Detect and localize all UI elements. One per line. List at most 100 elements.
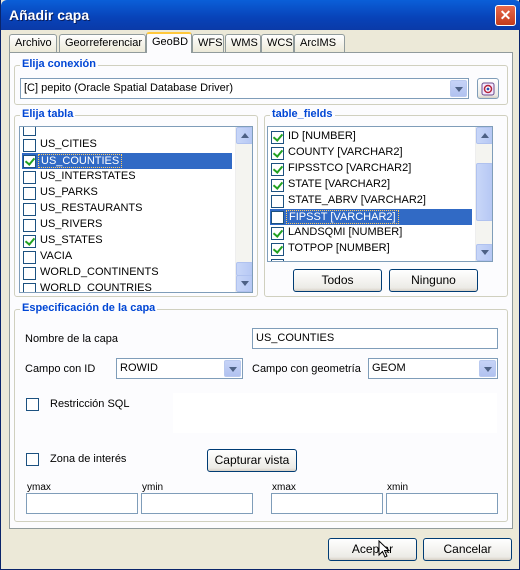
tab-archivo[interactable]: Archivo xyxy=(9,34,57,52)
list-item[interactable]: US_COUNTIES xyxy=(22,153,232,169)
capture-view-button[interactable]: Capturar vista xyxy=(207,449,297,472)
geobd-panel: Elija conexión [C] pepito (Oracle Spatia… xyxy=(9,52,513,529)
chevron-down-icon[interactable] xyxy=(450,80,467,97)
connection-selected: [C] pepito (Oracle Spatial Database Driv… xyxy=(24,82,234,94)
layer-spec-group: Especificación de la capa Nombre de la c… xyxy=(14,302,508,522)
list-item[interactable]: STATE_ABRV [VARCHAR2] xyxy=(270,193,472,209)
layer-spec-group-label: Especificación de la capa xyxy=(20,302,158,314)
list-item-partial xyxy=(270,257,472,261)
list-item[interactable]: WORLD_COUNTRIES xyxy=(22,281,232,292)
tab-wms[interactable]: WMS xyxy=(225,34,261,52)
checkbox[interactable] xyxy=(23,171,36,184)
tab-wfs[interactable]: WFS xyxy=(192,34,224,52)
ymin-input[interactable] xyxy=(141,493,253,514)
tables-group: Elija tabla US_CITIES US_COUNTIES US_INT… xyxy=(14,108,258,297)
add-layer-dialog: Añadir capa ✕ Archivo Georreferenciar Ge… xyxy=(0,0,520,570)
list-item[interactable]: US_RIVERS xyxy=(22,217,232,233)
list-item[interactable]: COUNTY [VARCHAR2] xyxy=(270,145,472,161)
tables-scrollbar[interactable] xyxy=(235,127,252,292)
ymax-input[interactable] xyxy=(26,493,138,514)
checkbox[interactable] xyxy=(23,139,36,152)
tab-georreferenciar[interactable]: Georreferenciar xyxy=(59,34,146,52)
xmin-label: xmin xyxy=(387,482,409,493)
ymax-label: ymax xyxy=(27,482,51,493)
xmax-label: xmax xyxy=(272,482,296,493)
list-item-partial xyxy=(22,127,232,137)
sql-textarea[interactable] xyxy=(172,392,498,434)
layer-name-input[interactable]: US_COUNTIES xyxy=(252,328,498,349)
list-item[interactable]: US_RESTAURANTS xyxy=(22,201,232,217)
checkbox[interactable] xyxy=(23,155,36,168)
list-item[interactable]: FIPSST [VARCHAR2] xyxy=(270,209,472,225)
tab-geobd[interactable]: GeoBD xyxy=(146,32,192,53)
list-item[interactable]: US_PARKS xyxy=(22,185,232,201)
tab-arcims[interactable]: ArcIMS xyxy=(294,34,345,52)
checkbox[interactable] xyxy=(271,211,284,224)
checkbox[interactable] xyxy=(271,227,284,240)
interest-zone-checkbox[interactable] xyxy=(26,453,39,466)
xmin-input[interactable] xyxy=(386,493,498,514)
checkbox[interactable] xyxy=(23,251,36,264)
list-item[interactable]: ID [NUMBER] xyxy=(270,129,472,145)
checkbox[interactable] xyxy=(23,203,36,216)
checkbox[interactable] xyxy=(23,235,36,248)
database-connect-icon xyxy=(481,82,495,96)
tab-wcs[interactable]: WCS xyxy=(261,34,294,52)
checkbox[interactable] xyxy=(23,283,36,292)
list-item[interactable]: LANDSQMI [NUMBER] xyxy=(270,225,472,241)
id-field-value: ROWID xyxy=(120,362,158,374)
scroll-thumb[interactable] xyxy=(236,262,252,276)
checkbox[interactable] xyxy=(271,243,284,256)
checkbox[interactable] xyxy=(23,219,36,232)
title-bar[interactable]: Añadir capa ✕ xyxy=(1,0,520,30)
scroll-down-icon[interactable] xyxy=(236,275,252,292)
chevron-down-icon[interactable] xyxy=(479,360,496,377)
checkbox[interactable] xyxy=(271,163,284,176)
list-item[interactable]: US_STATES xyxy=(22,233,232,249)
list-item[interactable]: VACIA xyxy=(22,249,232,265)
geom-field-select[interactable]: GEOM xyxy=(368,358,498,379)
list-item[interactable]: US_INTERSTATES xyxy=(22,169,232,185)
ymin-label: ymin xyxy=(142,482,164,493)
tables-list[interactable]: US_CITIES US_COUNTIES US_INTERSTATES US_… xyxy=(19,126,253,293)
list-item[interactable]: WORLD_CONTINENTS xyxy=(22,265,232,281)
scroll-up-icon[interactable] xyxy=(236,127,252,144)
accept-button[interactable]: Aceptar xyxy=(328,538,417,561)
connection-group: Elija conexión [C] pepito (Oracle Spatia… xyxy=(14,58,508,105)
checkbox[interactable] xyxy=(23,267,36,280)
geom-field-value: GEOM xyxy=(372,362,406,374)
fields-list[interactable]: ID [NUMBER] COUNTY [VARCHAR2] FIPSSTCO [… xyxy=(267,126,493,262)
checkbox[interactable] xyxy=(271,131,284,144)
select-all-button[interactable]: Todos xyxy=(293,269,382,292)
id-field-label: Campo con ID xyxy=(25,363,96,375)
sql-restriction-checkbox[interactable] xyxy=(26,398,39,411)
list-item[interactable]: US_CITIES xyxy=(22,137,232,153)
id-field-select[interactable]: ROWID xyxy=(116,358,243,379)
connection-select[interactable]: [C] pepito (Oracle Spatial Database Driv… xyxy=(20,78,469,99)
scroll-thumb[interactable] xyxy=(476,163,492,221)
chevron-down-icon[interactable] xyxy=(224,360,241,377)
sql-restriction-label: Restricción SQL xyxy=(50,398,130,410)
xmax-input[interactable] xyxy=(271,493,383,514)
fields-group-label: table_fields xyxy=(270,108,335,120)
scroll-down-icon[interactable] xyxy=(476,244,492,261)
tables-group-label: Elija tabla xyxy=(20,108,76,120)
checkbox[interactable] xyxy=(23,187,36,200)
checkbox[interactable] xyxy=(271,195,284,208)
connection-group-label: Elija conexión xyxy=(20,58,98,70)
checkbox[interactable] xyxy=(271,147,284,160)
fields-scrollbar[interactable] xyxy=(475,127,492,261)
geom-field-label: Campo con geometría xyxy=(252,363,361,375)
connection-settings-button[interactable] xyxy=(477,78,499,99)
checkbox[interactable] xyxy=(271,179,284,192)
close-icon[interactable]: ✕ xyxy=(495,5,516,26)
fields-group: table_fields ID [NUMBER] COUNTY [VARCHAR… xyxy=(264,108,508,297)
list-item[interactable]: FIPSSTCO [VARCHAR2] xyxy=(270,161,472,177)
list-item[interactable]: STATE [VARCHAR2] xyxy=(270,177,472,193)
mouse-pointer-icon xyxy=(378,540,391,558)
select-none-button[interactable]: Ninguno xyxy=(389,269,478,292)
scroll-up-icon[interactable] xyxy=(476,127,492,144)
cancel-button[interactable]: Cancelar xyxy=(423,538,512,561)
list-item[interactable]: TOTPOP [NUMBER] xyxy=(270,241,472,257)
layer-name-value: US_COUNTIES xyxy=(256,332,335,344)
